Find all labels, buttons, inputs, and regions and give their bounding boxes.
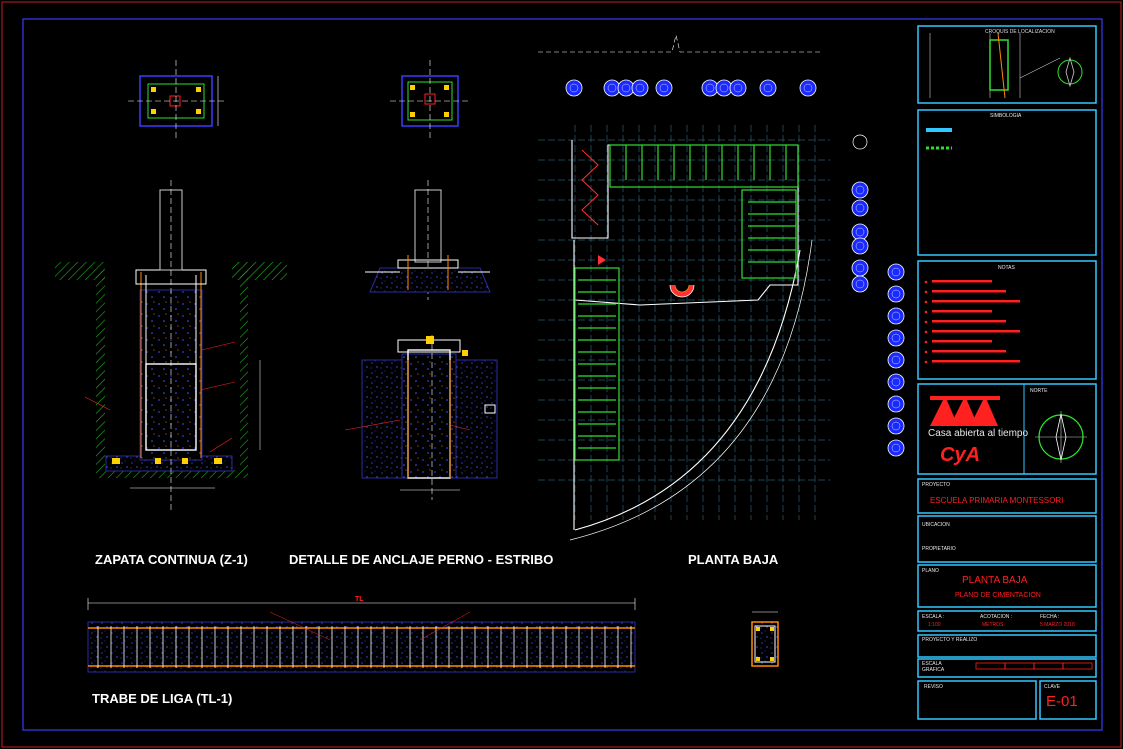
logo-mark: CyA xyxy=(940,444,981,466)
clave-value: E-01 xyxy=(1046,693,1078,710)
croquis-label: CROQUIS DE LOCALIZACION xyxy=(985,29,1055,35)
title-trabe-de-liga: TRABE DE LIGA (TL-1) xyxy=(92,691,233,706)
ubicacion-label: UBICACION xyxy=(922,522,950,528)
proyecto-realizo-label: PROYECTO Y REALIZO xyxy=(922,637,978,643)
proyecto-label: PROYECTO xyxy=(922,482,950,488)
plano-label: PLANO xyxy=(922,568,939,574)
escala-label: ESCALA : xyxy=(922,614,945,620)
zapata-continua-detail xyxy=(55,60,287,510)
title-zapata-continua: ZAPATA CONTINUA (Z-1) xyxy=(95,552,248,567)
title-planta-baja: PLANTA BAJA xyxy=(688,552,779,567)
acotacion-label: ACOTACION : xyxy=(980,614,1013,620)
proyecto-value: ESCUELA PRIMARIA MONTESSORI xyxy=(930,496,1064,505)
plano-subtitle: PLANO DE CIMENTACION xyxy=(955,592,1041,599)
title-detalle-anclaje: DETALLE DE ANCLAJE PERNO - ESTRIBO xyxy=(289,552,554,567)
plano-title: PLANTA BAJA xyxy=(962,575,1028,586)
reviso-label: REVISO xyxy=(924,684,943,690)
dimension-tl: TL xyxy=(355,596,364,603)
trabe-de-liga-detail xyxy=(87,598,779,673)
acotacion-value: METROS xyxy=(982,622,1004,628)
simbologia-label: SIMBOLOGIA xyxy=(990,113,1022,119)
propietario-label: PROPIETARIO xyxy=(922,546,956,552)
escala-grafica-label: ESCALA GRAFICA xyxy=(922,661,945,673)
anclaje-perno-detail xyxy=(344,60,498,500)
planta-baja-plan xyxy=(538,34,905,541)
fecha-value: 5 MARZO 2018 xyxy=(1040,622,1075,628)
escala-value: 1:100 xyxy=(928,622,941,628)
notas-label: NOTAS xyxy=(998,265,1015,271)
fecha-label: FECHA : xyxy=(1040,614,1060,620)
norte-label: NORTE xyxy=(1030,388,1048,394)
logo-tagline: Casa abierta al tiempo xyxy=(928,428,1029,439)
clave-label: CLAVE xyxy=(1044,684,1061,690)
